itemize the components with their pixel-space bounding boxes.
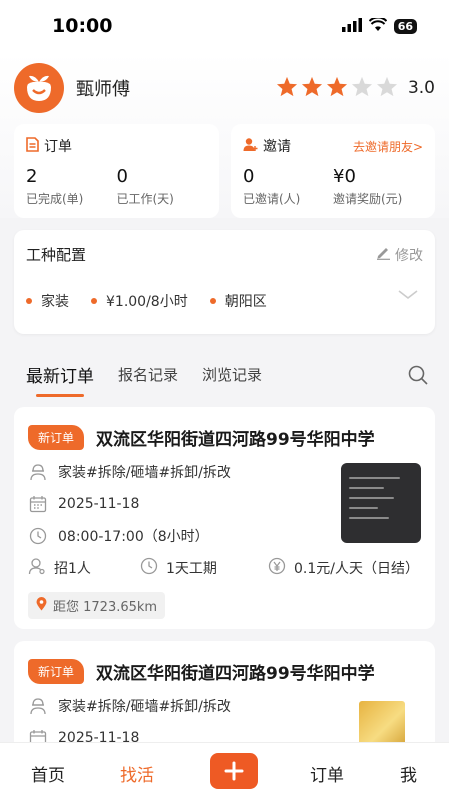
search-icon[interactable] [407,364,429,390]
yuan-coin-icon [268,557,286,579]
summary-cards: 订单 2 已完成(单) 0 已工作(天) 邀请 去邀请朋友> 0 已邀请(人) … [14,124,435,218]
star-empty-icon [351,76,373,101]
person-icon [28,557,46,579]
job-thumbnail-image[interactable] [341,463,421,543]
invite-friends-link[interactable]: 去邀请朋友> [353,138,423,155]
invite-card[interactable]: 邀请 去邀请朋友> 0 已邀请(人) ¥0 邀请奖励(元) [231,124,435,218]
user-name: 甄师傅 [76,79,130,100]
worker-icon [28,697,48,715]
invite-card-title: 邀请 [263,139,291,155]
pomegranate-logo-icon [27,75,51,101]
plus-icon [224,761,244,781]
invite-reward-stat: ¥0 邀请奖励(元) [333,166,403,206]
header-section: 甄师傅 3.0 订单 2 已完成(单) 0 已工作(天) 邀请 去邀请朋友> 0… [0,52,449,218]
job-card[interactable]: 新订单 双流区华阳街道四河路99号华阳中学 家装#拆除/砸墙#拆卸/拆改 202… [14,407,435,629]
job-type: 家装#拆除/砸墙#拆卸/拆改 [58,465,231,481]
clock-icon [140,557,158,579]
location-pin-icon [36,596,47,615]
work-type-config-card: 工种配置 修改 家装 ¥1.00/8小时 朝阳区 [14,230,435,334]
config-title: 工种配置 [26,246,87,264]
star-filled-icon [301,76,323,101]
job-period: 1天工期 [140,557,268,579]
nav-home[interactable]: 首页 [31,761,65,786]
orders-card-title: 订单 [44,139,72,155]
edit-label: 修改 [395,247,423,264]
job-date: 2025-11-18 [58,496,140,512]
config-tags: 家装 ¥1.00/8小时 朝阳区 [26,291,423,311]
job-meta-row: 招1人 1天工期 0.1元/人天（日结） [28,552,421,584]
clock-icon [28,527,48,545]
wifi-icon [368,16,387,36]
add-button[interactable] [210,753,258,789]
nav-me[interactable]: 我 [400,761,417,786]
star-filled-icon [276,76,298,101]
new-order-badge: 新订单 [28,425,85,450]
tab-signup-records[interactable]: 报名记录 [118,364,178,385]
new-order-badge: 新订单 [28,659,85,684]
config-tag-price: ¥1.00/8小时 [91,291,188,311]
config-tag-category: 家装 [26,291,69,311]
edit-config-button[interactable]: 修改 [376,245,423,265]
job-title: 双流区华阳街道四河路99号华阳中学 [96,664,375,684]
worker-icon [28,463,48,481]
worked-days-stat: 0 已工作(天) [116,166,174,206]
bullet-dot [91,298,97,304]
rating-value: 3.0 [407,78,435,98]
job-price: 0.1元/人天（日结） [268,557,419,579]
order-tabs: 最新订单 报名记录 浏览记录 [0,352,449,397]
job-title: 双流区华阳街道四河路99号华阳中学 [96,430,375,450]
chevron-down-icon[interactable] [397,286,419,305]
distance-tag: 距您 1723.65km [28,592,166,619]
profile-row: 甄师傅 3.0 [14,58,435,118]
invited-count-stat: 0 已邀请(人) [243,166,301,206]
star-rating [276,76,398,101]
avatar[interactable] [14,63,64,113]
calendar-icon [28,495,48,513]
signal-icon [341,17,362,36]
job-type: 家装#拆除/砸墙#拆卸/拆改 [58,699,231,715]
bullet-dot [26,298,32,304]
user-add-icon [243,137,258,156]
bottom-navigation: 首页 找活 订单 我 [0,742,449,800]
document-icon [26,136,39,156]
status-icons: 66 [341,16,417,36]
job-recruit: 招1人 [28,557,140,579]
bullet-dot [209,298,216,304]
tab-latest-orders[interactable]: 最新订单 [26,362,94,397]
orders-card[interactable]: 订单 2 已完成(单) 0 已工作(天) [14,124,219,218]
nav-orders[interactable]: 订单 [310,761,344,786]
star-filled-icon [326,76,348,101]
nav-find-work[interactable]: 找活 [120,761,154,786]
status-time: 10:00 [52,15,113,37]
status-bar: 10:00 66 [0,0,449,52]
tab-browse-records[interactable]: 浏览记录 [202,364,262,385]
battery-indicator: 66 [393,18,417,34]
job-time: 08:00-17:00（8小时） [58,529,209,545]
star-empty-icon [376,76,398,101]
config-tag-area: 朝阳区 [209,291,267,311]
pencil-icon [376,245,391,264]
completed-orders-stat: 2 已完成(单) [26,166,84,206]
